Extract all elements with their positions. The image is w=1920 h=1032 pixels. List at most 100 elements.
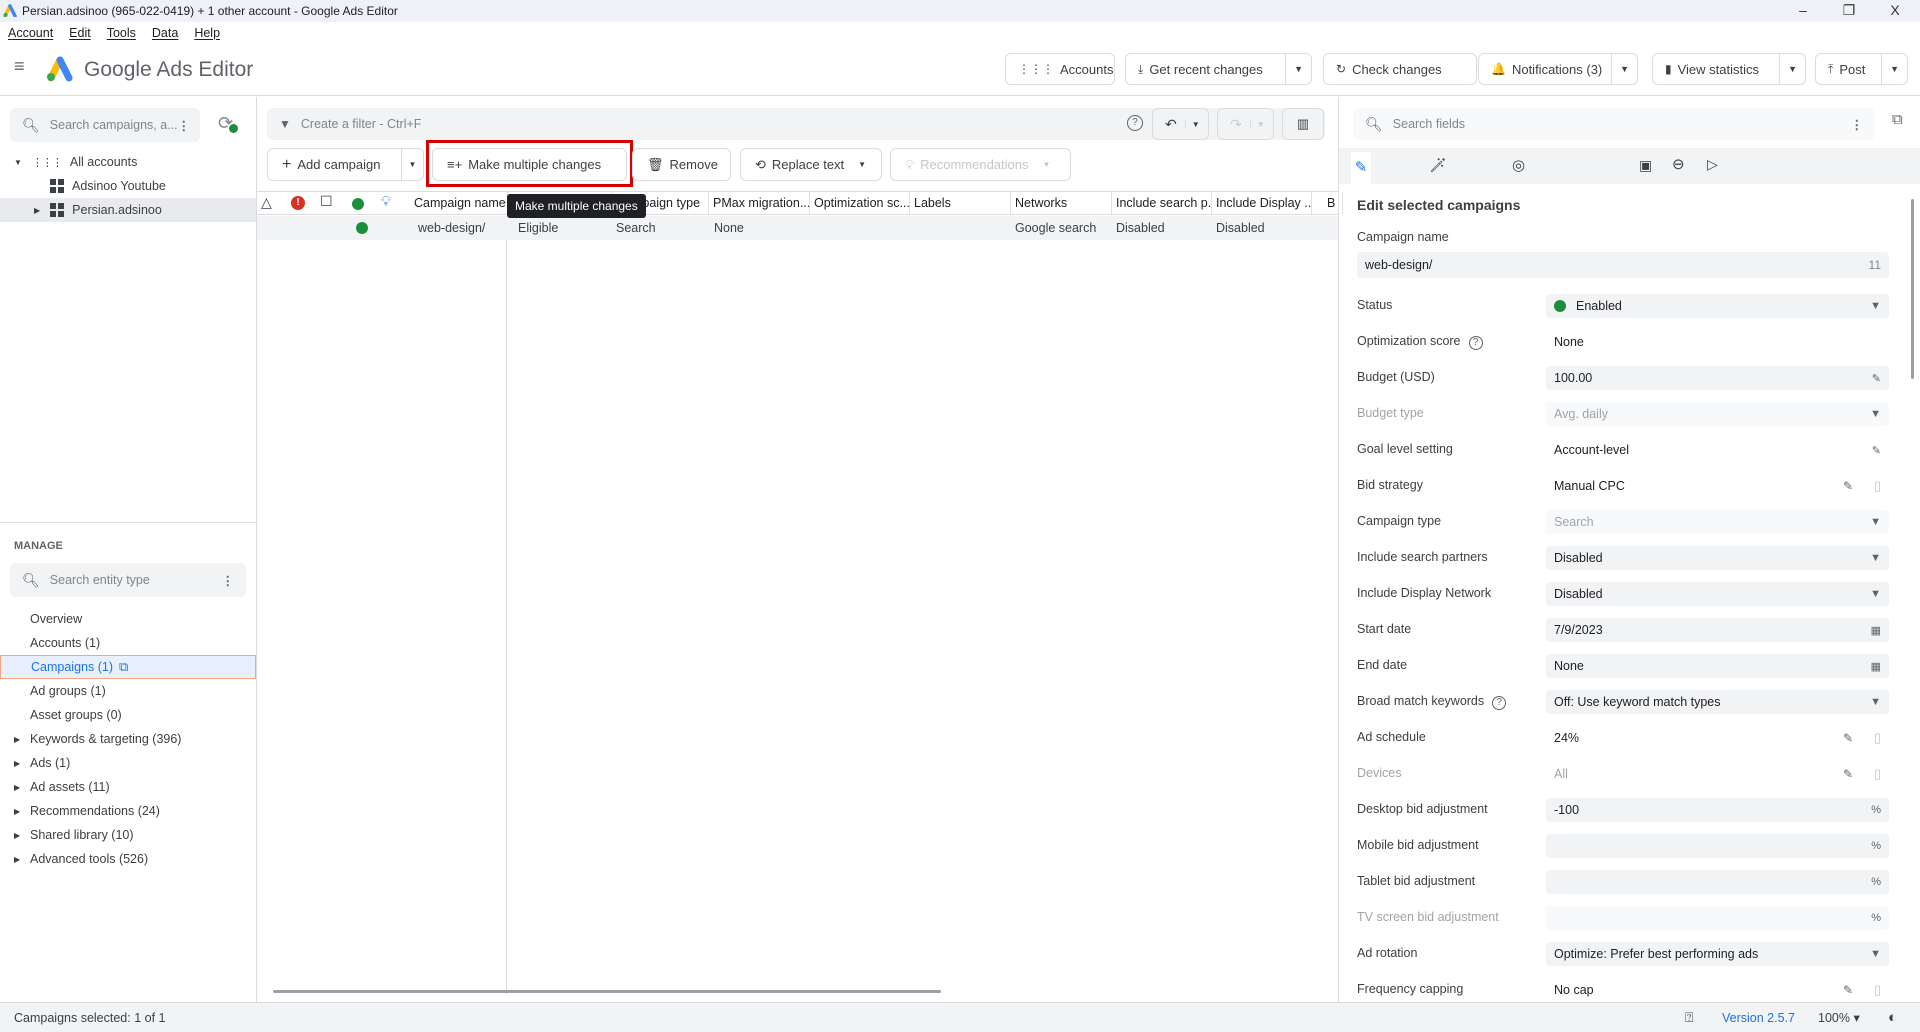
pencil-icon[interactable]: ✎: [1843, 731, 1853, 745]
manage-item[interactable]: Overview: [0, 607, 256, 631]
chevron-down-icon[interactable]: ▼: [1779, 54, 1805, 84]
field-budget-usd-[interactable]: 100.00 ✎: [1546, 366, 1889, 390]
hamburger-menu-icon[interactable]: ≡: [14, 56, 25, 77]
clipboard-icon[interactable]: ▯: [1874, 478, 1881, 494]
chevron-down-icon[interactable]: ▼: [1184, 119, 1200, 129]
manage-item[interactable]: Accounts (1): [0, 631, 256, 655]
caret-right-icon[interactable]: ▶: [14, 783, 20, 792]
undo-button[interactable]: ↶ ▼: [1152, 108, 1209, 140]
manage-item[interactable]: Ad groups (1): [0, 679, 256, 703]
tree-account-adsinoo-youtube[interactable]: Adsinoo Youtube: [0, 174, 256, 198]
field-mobile-bid-adjustment[interactable]: %: [1546, 834, 1889, 858]
manage-item[interactable]: ▶ Shared library (10): [0, 823, 256, 847]
menu-help[interactable]: Help: [186, 26, 228, 40]
table-cell[interactable]: Disabled: [1212, 217, 1265, 239]
chevron-down-icon[interactable]: ▼: [1870, 408, 1881, 420]
close-button[interactable]: X: [1880, 2, 1910, 18]
chevron-down-icon[interactable]: ▼: [1611, 54, 1637, 84]
field-start-date[interactable]: 7/9/2023 ▦: [1546, 618, 1889, 642]
field-goal-level-setting[interactable]: Account-level ✎: [1546, 438, 1889, 462]
version-link[interactable]: Version 2.5.7: [1722, 1011, 1795, 1025]
column-header[interactable]: Networks: [1011, 192, 1112, 214]
field-include-search-partners[interactable]: Disabled ▼: [1546, 546, 1889, 570]
theme-brightness-icon[interactable]: ◐: [1888, 1009, 1897, 1026]
field-tv-screen-bid-adjustment[interactable]: %: [1546, 906, 1889, 930]
remove-button[interactable]: 🗑︎ Remove: [632, 148, 731, 181]
percent-suffix[interactable]: %: [1871, 840, 1881, 852]
chevron-down-icon[interactable]: ▼: [858, 160, 866, 169]
chevron-down-icon[interactable]: ▼: [1870, 516, 1881, 528]
manage-item[interactable]: ▶ Advanced tools (526): [0, 847, 256, 871]
column-header[interactable]: Include Display ...: [1212, 192, 1312, 214]
caret-right-icon[interactable]: ▶: [14, 759, 20, 768]
pencil-icon[interactable]: ✎: [1872, 372, 1881, 385]
field-frequency-capping[interactable]: No cap ✎ ▯: [1546, 978, 1889, 1002]
tab-edit-pencil-icon[interactable]: ✎: [1351, 152, 1371, 184]
header-button-accounts[interactable]: ⋮⋮⋮ Accounts: [1005, 53, 1115, 85]
add-campaign-button[interactable]: + Add campaign ▼: [267, 148, 424, 181]
header-button-post[interactable]: ⤒ Post ▼: [1815, 53, 1908, 85]
manage-item[interactable]: ▶ Recommendations (24): [0, 799, 256, 823]
maximize-button[interactable]: ❐: [1834, 2, 1864, 19]
help-icon[interactable]: ?: [1468, 336, 1483, 350]
field-campaign-type[interactable]: Search ▼: [1546, 510, 1889, 534]
header-button-notifications-[interactable]: 🔔 Notifications (3) ▼: [1478, 53, 1638, 85]
error-column-icon[interactable]: !: [291, 196, 305, 210]
table-cell[interactable]: Search: [612, 217, 656, 239]
more-options-icon[interactable]: ⋮: [222, 573, 235, 588]
tab-label-icon[interactable]: ▷: [1707, 156, 1718, 173]
search-fields-input[interactable]: 🔍︎ Search fields ⋮: [1353, 108, 1875, 140]
chevron-down-icon[interactable]: ▼: [1285, 54, 1311, 84]
column-header[interactable]: PMax migration...: [709, 192, 810, 214]
manage-item[interactable]: Campaigns (1) ⧉: [0, 655, 256, 679]
field-status[interactable]: Enabled ▼: [1546, 294, 1889, 318]
header-button-view-statistics[interactable]: ▮ View statistics ▼: [1652, 53, 1806, 85]
pencil-icon[interactable]: ✎: [1872, 444, 1881, 457]
pencil-icon[interactable]: ✎: [1843, 767, 1853, 781]
make-multiple-changes-button[interactable]: ≡+ Make multiple changes: [432, 148, 627, 181]
field-desktop-bid-adjustment[interactable]: -100%: [1546, 798, 1889, 822]
open-external-icon[interactable]: ⧉: [1892, 111, 1903, 128]
field-bid-strategy[interactable]: Manual CPC ✎ ▯: [1546, 474, 1889, 498]
chevron-down-icon[interactable]: ▼: [1881, 54, 1907, 84]
help-icon[interactable]: ?: [1492, 696, 1507, 710]
pencil-icon[interactable]: ✎: [1843, 983, 1853, 997]
tree-all-accounts[interactable]: ▼ ⋮⋮⋮ All accounts: [0, 150, 256, 174]
table-cell[interactable]: Eligible: [514, 217, 558, 239]
field-ad-schedule[interactable]: 24% ✎ ▯: [1546, 726, 1889, 750]
column-header[interactable]: Campaign name: [410, 192, 508, 214]
field-end-date[interactable]: None ▦: [1546, 654, 1889, 678]
entity-type-search-input[interactable]: 🔍︎ Search entity type ⋮: [10, 563, 246, 597]
help-panel-icon[interactable]: ⍰: [1685, 1009, 1693, 1026]
menu-account[interactable]: Account: [0, 26, 61, 40]
recommendations-button[interactable]: 💡︎ Recommendations ▼: [890, 148, 1071, 181]
menu-data[interactable]: Data: [144, 26, 186, 40]
columns-button[interactable]: ▥: [1282, 108, 1324, 140]
table-cell[interactable]: Google search: [1011, 217, 1096, 239]
field-broad-match-keywords[interactable]: Off: Use keyword match types ▼: [1546, 690, 1889, 714]
warning-column-icon[interactable]: △: [261, 194, 272, 211]
header-button-check-changes[interactable]: ↻ Check changes: [1323, 53, 1477, 85]
chevron-down-icon[interactable]: ▼: [1249, 119, 1265, 129]
menu-tools[interactable]: Tools: [99, 26, 144, 40]
campaign-name-input[interactable]: web-design/11: [1357, 252, 1889, 278]
manage-item[interactable]: ▶ Ad assets (11): [0, 775, 256, 799]
menu-edit[interactable]: Edit: [61, 26, 99, 40]
help-icon[interactable]: ?: [1127, 115, 1143, 131]
tab-magic-wand-icon[interactable]: 🪄︎: [1429, 157, 1447, 174]
zoom-select[interactable]: 100% ▾: [1818, 1010, 1860, 1025]
column-header[interactable]: Include search p...: [1112, 192, 1212, 214]
table-cell[interactable]: web-design/: [414, 217, 485, 239]
chevron-down-icon[interactable]: ▼: [1870, 300, 1881, 312]
field-budget-type[interactable]: Avg. daily ▼: [1546, 402, 1889, 426]
field-ad-rotation[interactable]: Optimize: Prefer best performing ads ▼: [1546, 942, 1889, 966]
clipboard-icon[interactable]: ▯: [1874, 766, 1881, 782]
column-header[interactable]: Labels: [910, 192, 1011, 214]
recommendation-column-icon[interactable]: 💡︎: [381, 193, 391, 210]
caret-right-icon[interactable]: ▶: [14, 855, 20, 864]
chevron-down-icon[interactable]: ▼: [1870, 552, 1881, 564]
clipboard-icon[interactable]: ▯: [1874, 730, 1881, 746]
caret-right-icon[interactable]: ▶: [14, 807, 20, 816]
chevron-down-icon[interactable]: ▼: [1870, 948, 1881, 960]
status-column-icon[interactable]: [352, 198, 364, 210]
